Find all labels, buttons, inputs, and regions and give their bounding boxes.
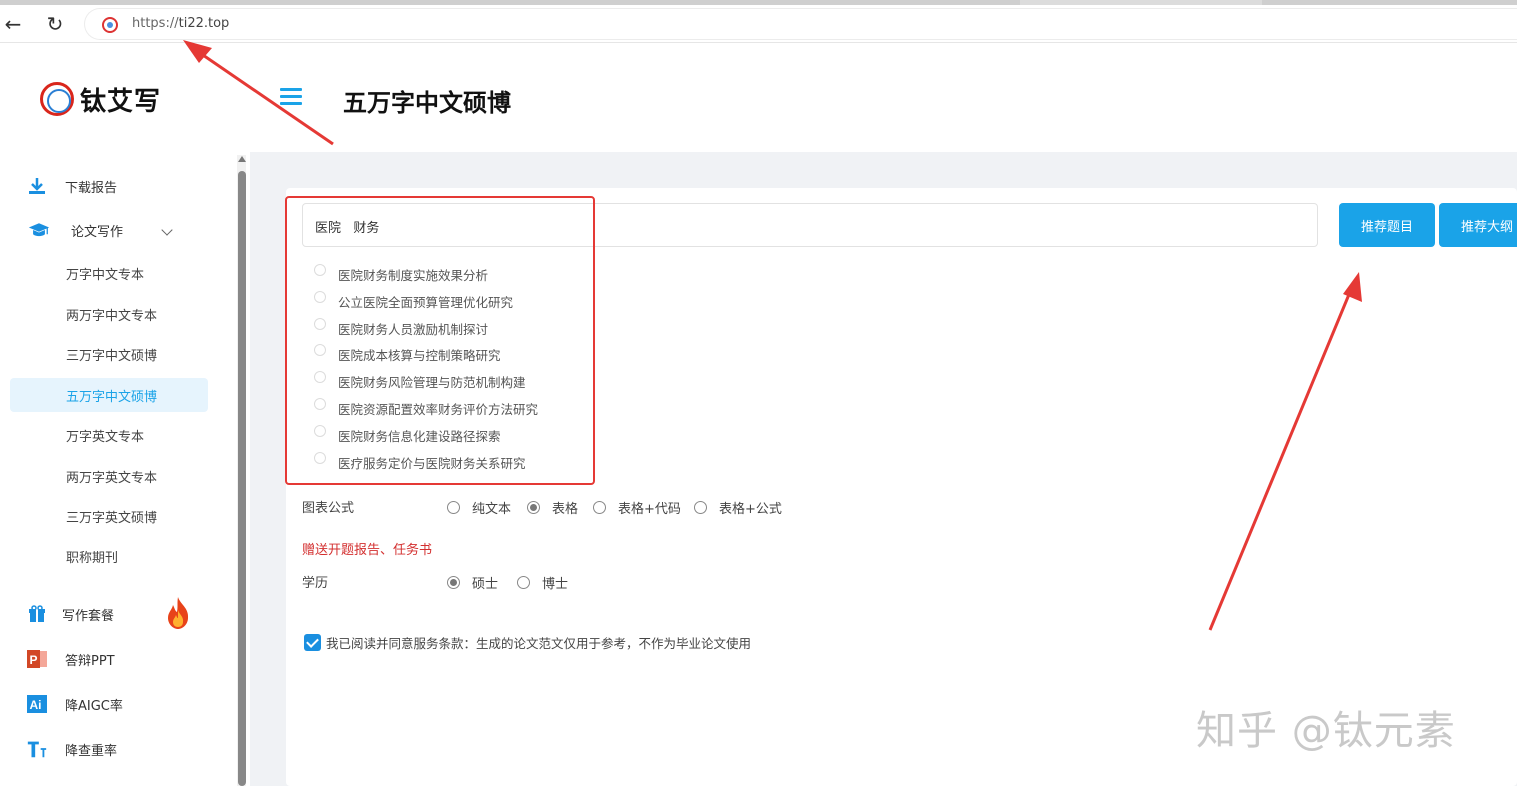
recommend-topic-button[interactable]: 推荐题目 — [1339, 203, 1435, 247]
terms-text: 我已阅读并同意服务条款：生成的论文范文仅用于参考，不作为毕业论文使用 — [326, 636, 752, 651]
radio-button[interactable] — [593, 500, 606, 514]
annotation-highlight-box — [285, 196, 595, 485]
watermark: 知乎 @钛元素 — [1196, 708, 1456, 754]
sidebar-item-reduce-plagiarism[interactable]: 降查重率 — [0, 733, 230, 765]
radio-button-selected[interactable] — [527, 500, 540, 514]
terms-agreement[interactable]: 我已阅读并同意服务条款：生成的论文范文仅用于参考，不作为毕业论文使用 — [304, 633, 751, 652]
ppt-icon: P — [26, 648, 48, 670]
text-icon — [26, 738, 48, 760]
option-label: 表格+公式 — [719, 501, 782, 517]
option-plain-text[interactable]: 纯文本 — [447, 499, 512, 517]
browser-toolbar: ← ↻ https://ti22.top — [0, 5, 1517, 43]
address-bar[interactable]: https://ti22.top — [84, 8, 1517, 40]
scroll-up-arrow-icon[interactable] — [238, 156, 246, 162]
radio-button-selected[interactable] — [447, 575, 460, 589]
site-favicon-icon — [102, 17, 118, 33]
brand-logo-icon — [40, 82, 74, 116]
ai-icon: Ai — [26, 693, 48, 715]
sidebar-item-thesis-writing[interactable]: 论文写作 — [0, 214, 230, 246]
fire-icon — [166, 596, 190, 634]
option-label: 纯文本 — [472, 501, 512, 517]
chevron-down-icon[interactable] — [161, 224, 173, 236]
sidebar-item-label: 降AIGC率 — [65, 698, 123, 714]
sidebar-subitem[interactable]: 万字英文专本 — [10, 418, 208, 452]
terms-checkbox[interactable] — [304, 634, 321, 651]
option-master[interactable]: 硕士 — [447, 574, 499, 592]
sidebar-subitem[interactable]: 两万字英文专本 — [10, 459, 208, 493]
back-arrow-icon[interactable]: ← — [0, 11, 26, 37]
recommend-outline-button[interactable]: 推荐大纲 — [1439, 203, 1517, 247]
radio-button[interactable] — [694, 500, 707, 514]
sidebar-item-label: 下载报告 — [65, 180, 118, 196]
sidebar-subitem[interactable]: 万字中文专本 — [10, 256, 208, 290]
sidebar-subitem[interactable]: 三万字中文硕博 — [10, 337, 208, 371]
sidebar-item-label: 写作套餐 — [62, 608, 115, 624]
sidebar-item-defense-ppt[interactable]: P 答辩PPT — [0, 643, 230, 675]
chart-formula-label: 图表公式 — [302, 501, 355, 516]
option-label: 硕士 — [472, 576, 499, 592]
hamburger-menu-icon[interactable] — [280, 88, 302, 106]
sidebar-item-label: 论文写作 — [71, 224, 124, 240]
sidebar-subitem-active[interactable]: 五万字中文硕博 — [10, 378, 208, 412]
option-table-formula[interactable]: 表格+公式 — [694, 499, 782, 517]
sidebar-item-download-report[interactable]: 下载报告 — [0, 170, 230, 202]
sidebar-subitem[interactable]: 三万字英文硕博 — [10, 499, 208, 533]
brand[interactable]: 钛艾写 — [40, 81, 161, 117]
download-icon — [26, 175, 48, 197]
sidebar-item-label: 降查重率 — [65, 743, 118, 759]
graduation-cap-icon — [28, 219, 50, 241]
option-table-code[interactable]: 表格+代码 — [593, 499, 681, 517]
sidebar-item-writing-package[interactable]: 写作套餐 — [0, 597, 230, 630]
svg-text:P: P — [30, 653, 38, 667]
option-label: 博士 — [542, 576, 569, 592]
option-label: 表格+代码 — [618, 501, 681, 517]
gift-icon — [26, 603, 48, 625]
page-title: 五万字中文硕博 — [343, 89, 511, 117]
radio-button[interactable] — [447, 500, 460, 514]
option-doctor[interactable]: 博士 — [517, 574, 569, 592]
option-table[interactable]: 表格 — [527, 499, 579, 517]
sidebar-subitem[interactable]: 两万字中文专本 — [10, 297, 208, 331]
sidebar-item-reduce-aigc[interactable]: Ai 降AIGC率 — [0, 688, 230, 720]
svg-text:Ai: Ai — [30, 698, 42, 712]
url-text: https://ti22.top — [132, 16, 230, 31]
sidebar-scroll-thumb[interactable] — [238, 171, 246, 786]
radio-button[interactable] — [517, 575, 530, 589]
gift-notice: 赠送开题报告、任务书 — [302, 543, 433, 558]
option-label: 表格 — [552, 501, 579, 517]
reload-icon[interactable]: ↻ — [42, 11, 68, 37]
degree-label: 学历 — [302, 576, 329, 591]
brand-name: 钛艾写 — [80, 86, 162, 117]
sidebar-subitem[interactable]: 职称期刊 — [10, 539, 208, 573]
sidebar-item-label: 答辩PPT — [65, 653, 115, 669]
sidebar: 钛艾写 下载报告 论文写作 万字中文专本 两万字中文专本 三万字中文硕博 五万字… — [0, 44, 250, 786]
